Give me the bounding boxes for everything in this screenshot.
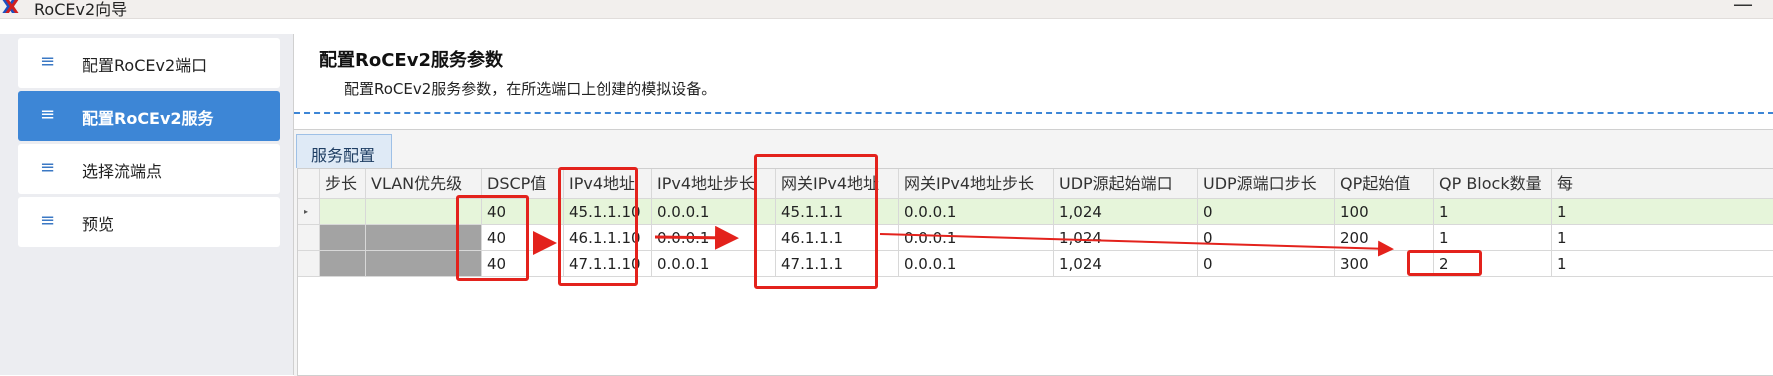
arrow-to-qp-block bbox=[879, 233, 1394, 257]
arrow-ipv4-step bbox=[654, 225, 739, 250]
annotation-arrows bbox=[533, 225, 1394, 257]
